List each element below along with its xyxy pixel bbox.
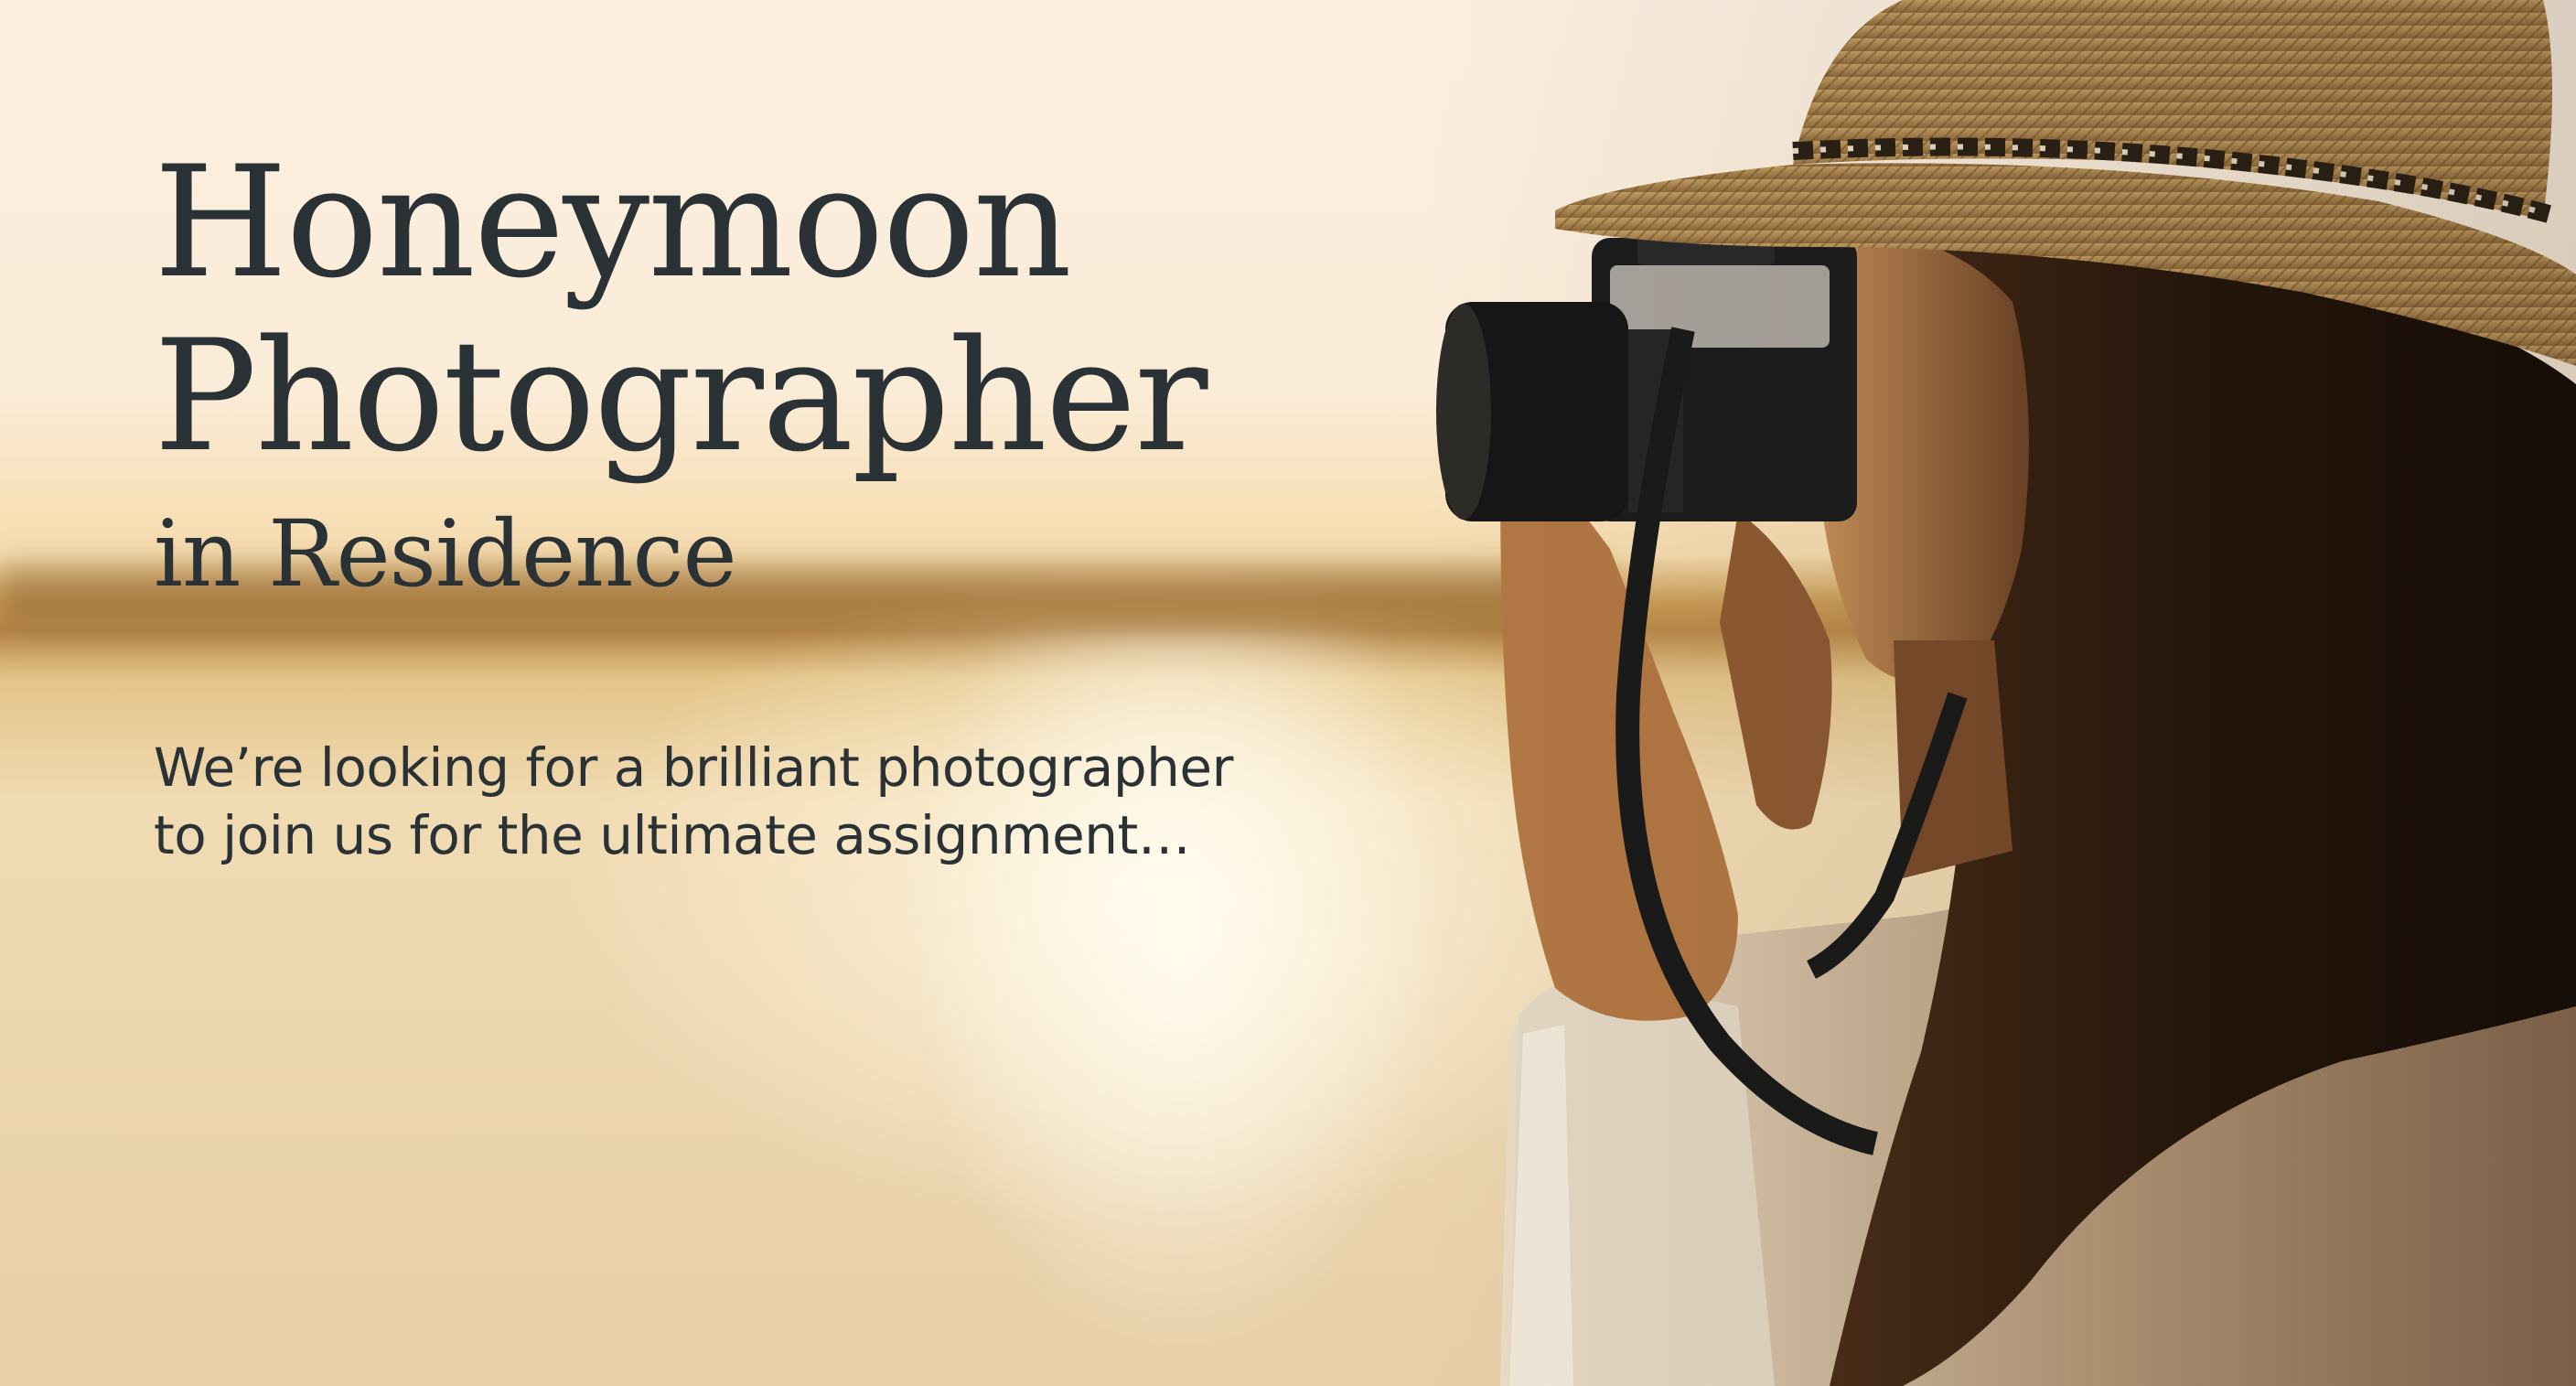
- title-line-1: Honeymoon: [154, 133, 1072, 312]
- intro-line-1: We’re looking for a brilliant photograph…: [154, 736, 1233, 799]
- intro-line-2: to join us for the ultimate assignment…: [154, 804, 1191, 866]
- intro-text: We’re looking for a brilliant photograph…: [154, 734, 1526, 869]
- page-title: Honeymoon Photographer in Residence: [154, 133, 1208, 609]
- title-line-2: Photographer: [154, 306, 1208, 486]
- title-subline: in Residence: [154, 500, 737, 607]
- hero-banner: Honeymoon Photographer in Residence We’r…: [0, 0, 2576, 1386]
